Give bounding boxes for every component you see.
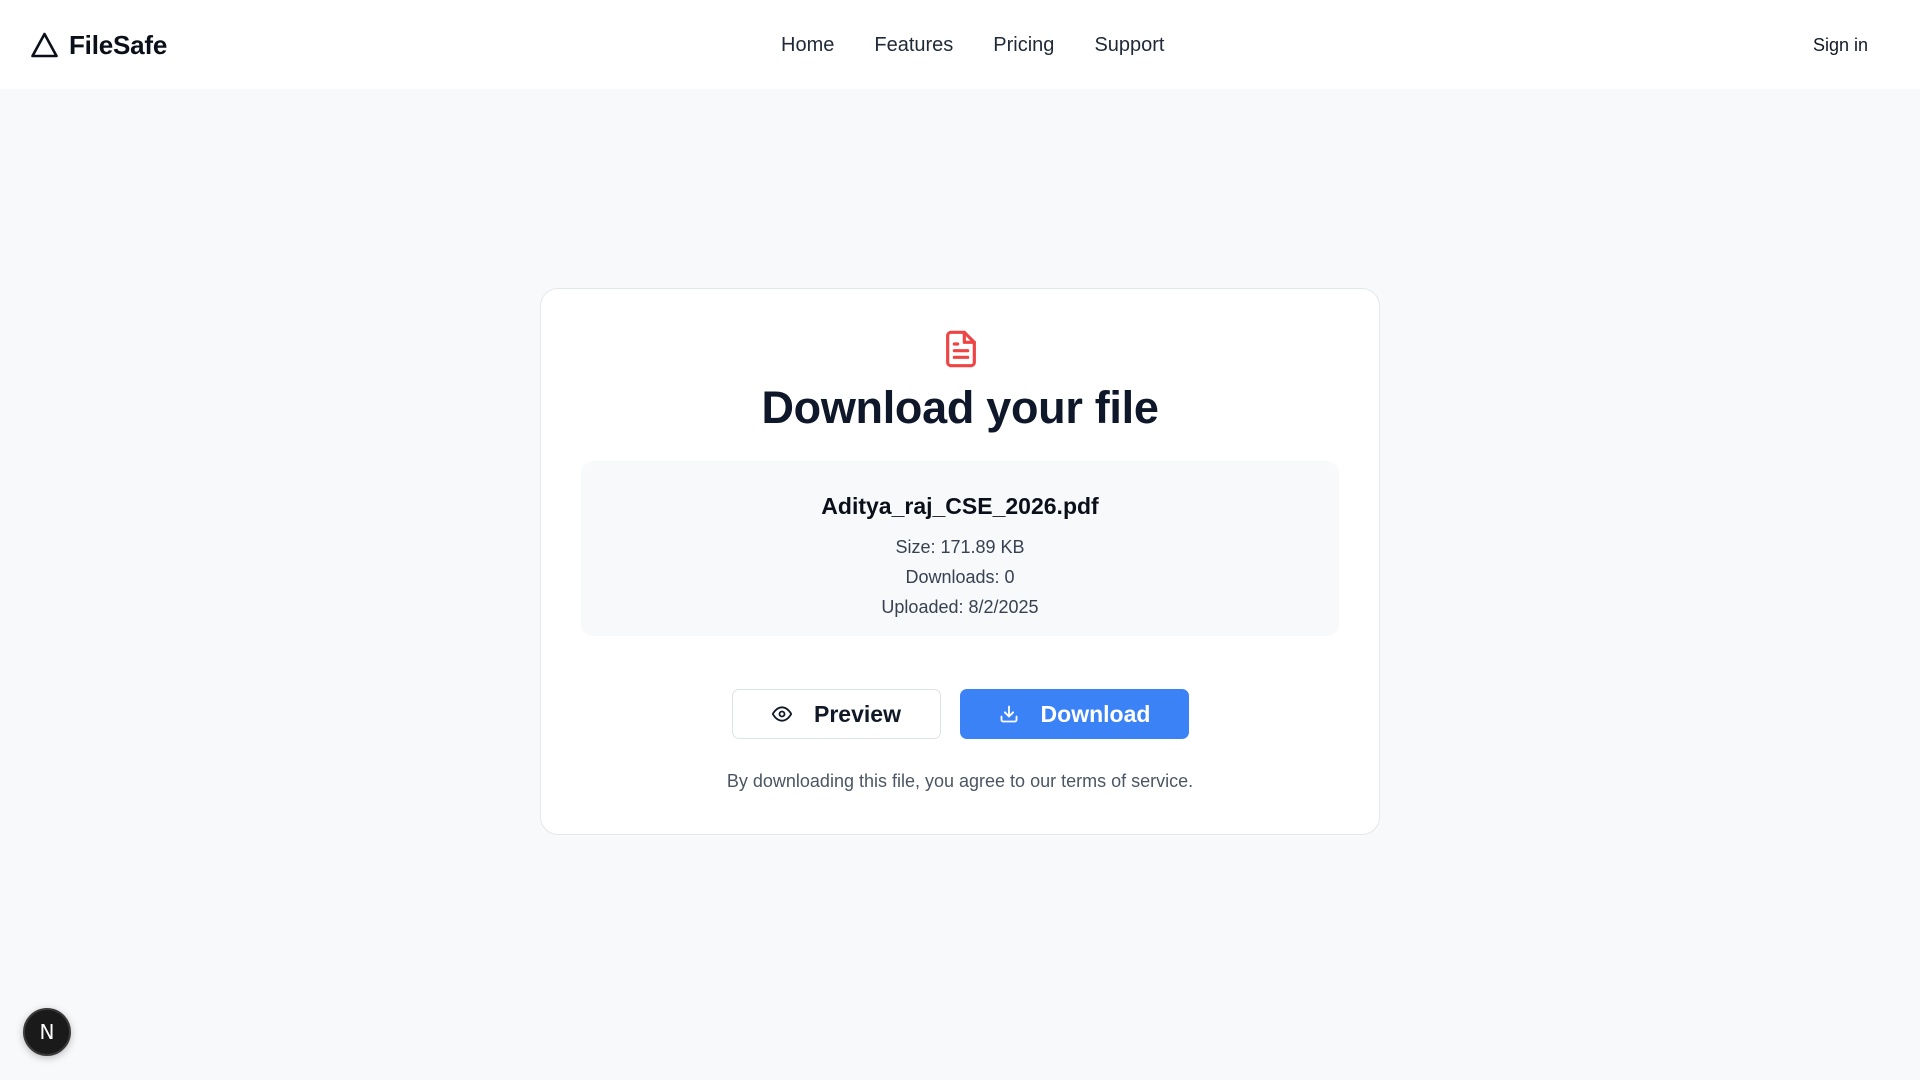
download-count: Downloads: 0 (905, 567, 1015, 587)
nav-link-pricing[interactable]: Pricing (993, 30, 1054, 60)
file-text-icon (946, 330, 976, 368)
download-button[interactable]: Download (960, 689, 1189, 739)
preview-button[interactable]: Preview (732, 689, 941, 739)
download-card: Download your file Aditya_raj_CSE_2026.p… (540, 288, 1380, 835)
download-icon (1000, 705, 1017, 723)
terms-notice: By downloading this file, you agree to o… (726, 771, 1194, 791)
download-button-label: Download (1040, 700, 1151, 727)
dev-tools-badge[interactable]: N (23, 1008, 71, 1056)
file-name: Aditya_raj_CSE_2026.pdf (821, 493, 1099, 519)
nav-link-home[interactable]: Home (781, 30, 834, 60)
sign-in-link[interactable]: Sign in (1813, 32, 1868, 58)
upload-date: Uploaded: 8/2/2025 (881, 597, 1039, 617)
nav-link-support[interactable]: Support (1094, 30, 1164, 60)
top-navbar: FileSafe Home Features Pricing Support S… (0, 0, 1920, 89)
page-title: Download your file (761, 382, 1159, 433)
nav-link-features[interactable]: Features (874, 30, 953, 60)
eye-icon (772, 706, 793, 722)
main-nav: Home Features Pricing Support (781, 30, 1165, 60)
badge-letter: N (39, 1020, 55, 1044)
preview-button-label: Preview (814, 700, 901, 727)
triangle-logo-icon (31, 32, 58, 58)
brand-name: FileSafe (69, 29, 168, 60)
file-info-panel: Aditya_raj_CSE_2026.pdf Size: 171.89 KB … (581, 461, 1339, 636)
file-size: Size: 171.89 KB (895, 537, 1025, 557)
brand-logo[interactable]: FileSafe (30, 28, 167, 62)
